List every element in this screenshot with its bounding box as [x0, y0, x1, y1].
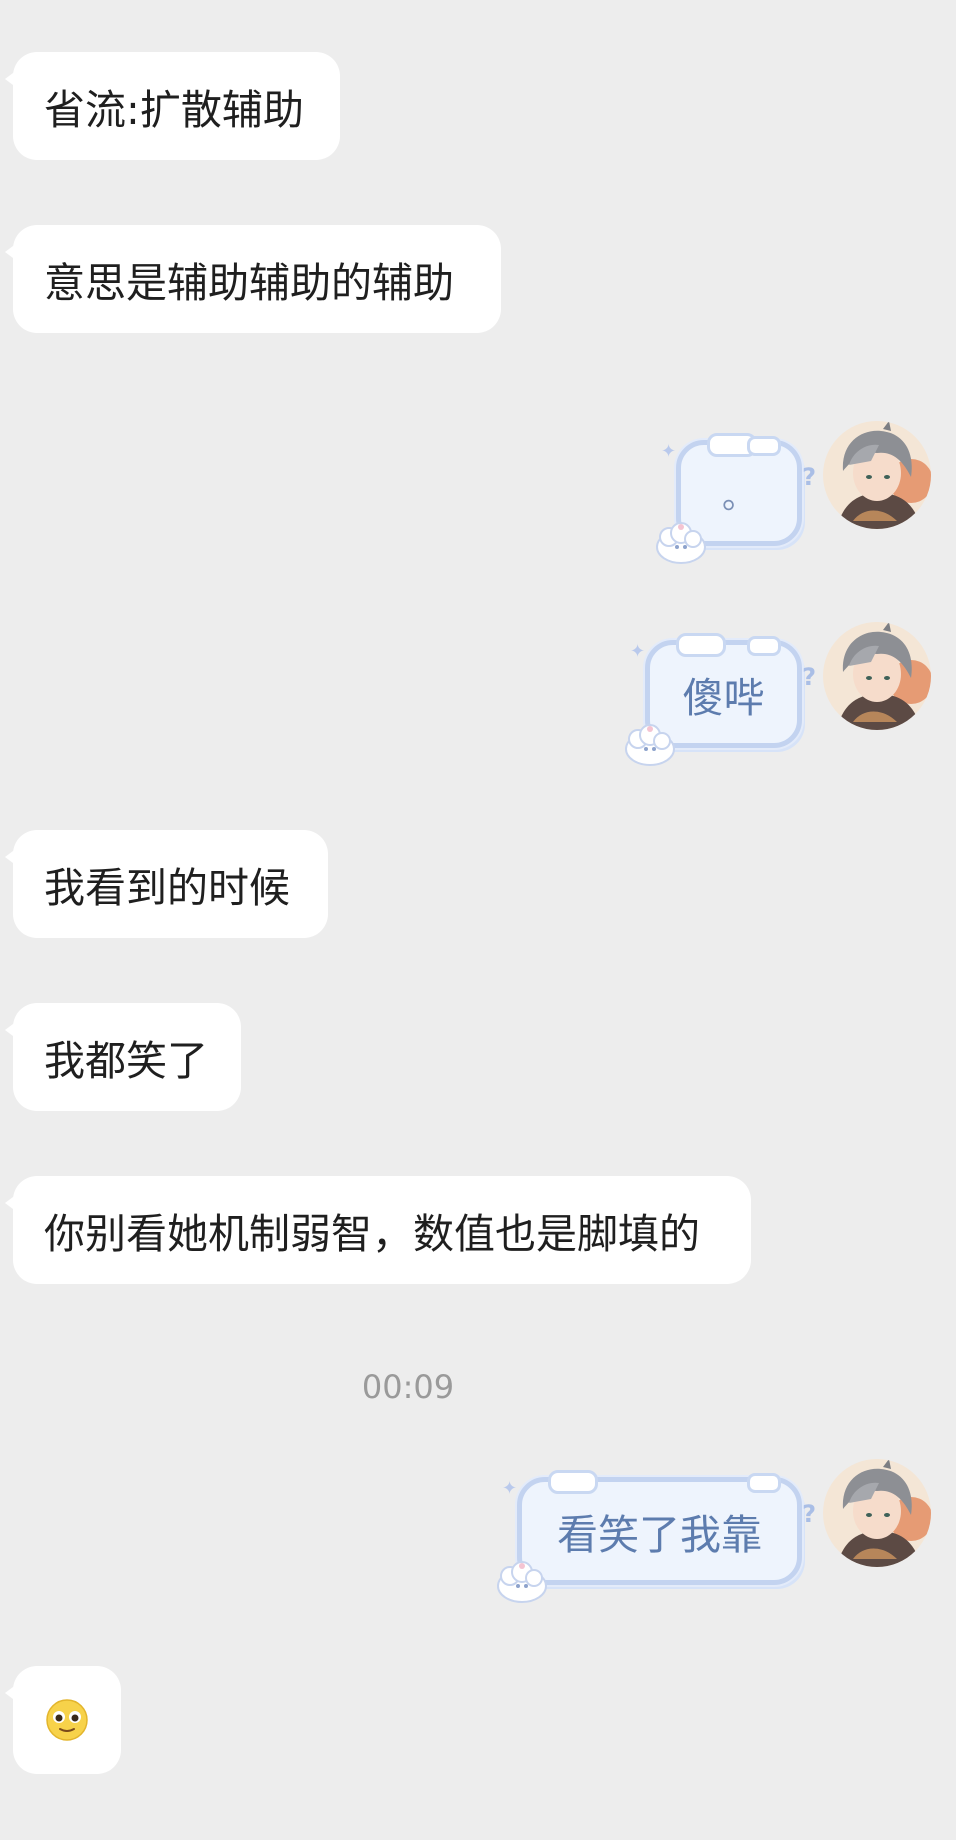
message-bubble-received[interactable]: 意思是辅助辅助的辅助 [5, 225, 501, 333]
avatar-illustration-icon [823, 421, 931, 529]
sheep-sticker-icon [497, 1561, 547, 1603]
message-bubble-received[interactable]: 我看到的时候 [5, 830, 328, 938]
avatar-illustration-icon [823, 1459, 931, 1567]
message-text: 你别看她机制弱智，数值也是脚填的 [44, 1210, 700, 1258]
avatar[interactable] [823, 622, 931, 730]
message-bubble-received[interactable]: 我都笑了 [5, 1003, 241, 1111]
message-text: 傻哔 [682, 674, 765, 722]
message-bubble-received[interactable]: 你别看她机制弱智，数值也是脚填的 [5, 1176, 751, 1284]
avatar[interactable] [823, 1459, 931, 1567]
sparkle-icon: ✦ [661, 441, 677, 462]
message-text: 看笑了我靠 [557, 1511, 762, 1559]
message-text: 我都笑了 [44, 1037, 208, 1085]
message-bubble-sent[interactable]: ? ✦ 傻哔 [625, 633, 816, 766]
sheep-sticker-icon [625, 724, 675, 766]
message-bubble-sent[interactable]: ? ✦ 看笑了我靠 [497, 1470, 816, 1603]
sparkle-icon: ✦ [502, 1478, 518, 1499]
sparkle-icon: ✦ [630, 641, 646, 662]
message-text: 意思是辅助辅助的辅助 [44, 259, 454, 307]
message-bubble-received[interactable]: 省流:扩散辅助 [5, 52, 340, 160]
message-text: 。 [722, 476, 756, 517]
pleading-smile-emoji-icon [46, 1699, 88, 1741]
avatar-illustration-icon [823, 622, 931, 730]
message-bubble-sent[interactable]: ? ✦ 。 [656, 433, 816, 564]
message-bubble-received[interactable] [5, 1666, 121, 1774]
message-text: 省流:扩散辅助 [44, 86, 304, 134]
message-text: 我看到的时候 [44, 864, 290, 912]
message-timestamp: 00:09 [361, 1368, 455, 1406]
avatar[interactable] [823, 421, 931, 529]
sheep-sticker-icon [656, 522, 706, 564]
